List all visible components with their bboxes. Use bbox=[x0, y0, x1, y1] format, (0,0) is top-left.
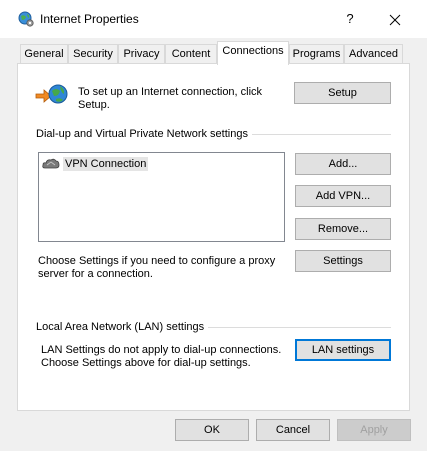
cancel-button[interactable]: Cancel bbox=[256, 419, 330, 441]
help-button[interactable]: ? bbox=[338, 6, 362, 32]
ok-button[interactable]: OK bbox=[175, 419, 249, 441]
internet-connection-wizard-icon bbox=[35, 84, 68, 104]
connections-panel: To set up an Internet connection, click … bbox=[17, 63, 410, 411]
lan-settings-button[interactable]: LAN settings bbox=[295, 339, 391, 361]
close-icon[interactable] bbox=[382, 7, 408, 33]
add-vpn-button[interactable]: Add VPN... bbox=[295, 185, 391, 207]
vpn-connection-label: VPN Connection bbox=[63, 157, 149, 171]
remove-button[interactable]: Remove... bbox=[295, 218, 391, 240]
vpn-connection-icon bbox=[42, 158, 60, 169]
settings-description-line1: Choose Settings if you need to configure… bbox=[38, 255, 276, 267]
lan-group-label: Local Area Network (LAN) settings bbox=[36, 321, 209, 333]
internet-properties-dialog: Internet Properties ? General Security P… bbox=[0, 0, 427, 451]
apply-button: Apply bbox=[337, 419, 411, 441]
tab-programs[interactable]: Programs bbox=[289, 44, 344, 64]
globe-gear-icon bbox=[18, 11, 34, 27]
tab-content[interactable]: Content bbox=[165, 44, 217, 64]
window-title: Internet Properties bbox=[40, 12, 139, 26]
add-button[interactable]: Add... bbox=[295, 153, 391, 175]
setup-button[interactable]: Setup bbox=[294, 82, 391, 104]
setup-description-line1: To set up an Internet connection, click bbox=[78, 86, 263, 98]
list-item[interactable]: VPN Connection bbox=[42, 156, 149, 172]
connections-listbox[interactable]: VPN Connection bbox=[38, 152, 285, 242]
tab-privacy[interactable]: Privacy bbox=[118, 44, 165, 64]
tab-connections[interactable]: Connections bbox=[217, 41, 289, 65]
title-bar[interactable]: Internet Properties ? bbox=[0, 0, 427, 38]
dialup-group-label: Dial-up and Virtual Private Network sett… bbox=[36, 128, 252, 140]
setup-description-line2: Setup. bbox=[78, 99, 110, 111]
tab-general[interactable]: General bbox=[20, 44, 68, 64]
settings-button[interactable]: Settings bbox=[295, 250, 391, 272]
tab-security[interactable]: Security bbox=[68, 44, 118, 64]
settings-description-line2: server for a connection. bbox=[38, 268, 153, 280]
lan-description-line2: Choose Settings above for dial-up settin… bbox=[41, 357, 251, 369]
lan-description-line1: LAN Settings do not apply to dial-up con… bbox=[41, 344, 282, 356]
tab-advanced[interactable]: Advanced bbox=[344, 44, 403, 64]
